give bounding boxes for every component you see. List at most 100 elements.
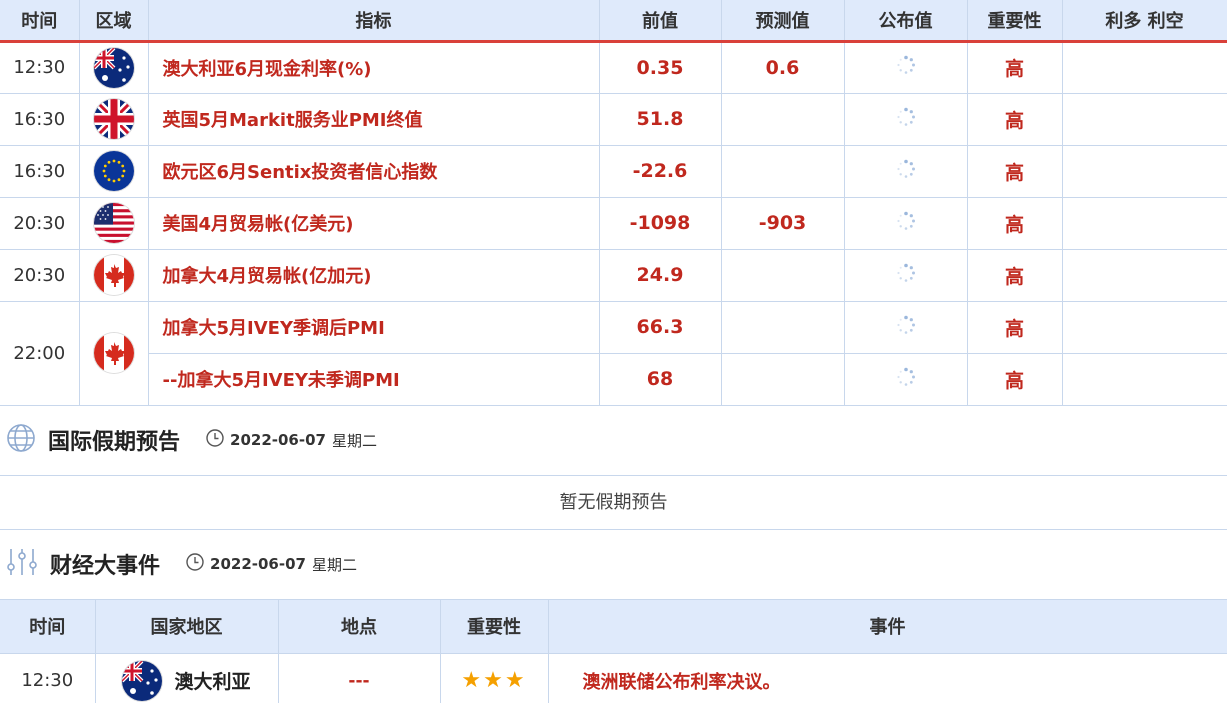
- row-actual: [844, 197, 968, 250]
- canada-flag-icon: [93, 255, 134, 295]
- col-region: 区域: [79, 0, 149, 43]
- row-forecast: [721, 249, 845, 302]
- uk-flag-icon: [93, 99, 134, 139]
- table-row[interactable]: --加拿大5月IVEY未季调PMI 68 高: [0, 353, 1227, 406]
- row-forecast: [721, 145, 845, 198]
- clock-icon: [186, 553, 204, 575]
- row-previous: 66.3: [599, 301, 722, 354]
- events-section-header: 财经大事件 2022-06-07 星期二: [0, 530, 1227, 600]
- row-forecast: [721, 93, 845, 146]
- ev-row-importance: ★★★: [440, 653, 549, 703]
- us-flag-icon: [93, 203, 134, 243]
- row-indicator[interactable]: 欧元区6月Sentix投资者信心指数: [148, 145, 600, 198]
- row-actual: [844, 41, 968, 94]
- ev-country-name: 澳大利亚: [174, 671, 251, 694]
- row-indicator[interactable]: 澳大利亚6月现金利率(%): [148, 41, 600, 94]
- ev-col-country: 国家地区: [95, 599, 279, 654]
- table-row[interactable]: 12:30 澳大利亚 --- ★★★ 澳洲联储公布利率决议。: [0, 653, 1227, 703]
- row-forecast: -903: [721, 197, 845, 250]
- row-region: [79, 41, 149, 94]
- table-row[interactable]: 16:30 英国5月Markit服务业PMI终值 51.8 高: [0, 93, 1227, 146]
- globe-icon: [6, 423, 36, 458]
- loading-spinner-icon: [896, 263, 916, 288]
- events-date-text: 2022-06-07: [210, 555, 306, 573]
- ev-col-importance: 重要性: [440, 599, 549, 654]
- row-indicator[interactable]: --加拿大5月IVEY未季调PMI: [148, 353, 600, 406]
- row-importance: 高: [967, 93, 1063, 146]
- row-time: 22:00: [0, 301, 80, 406]
- col-forecast: 预测值: [721, 0, 845, 43]
- col-impact: 利多 利空: [1062, 0, 1227, 43]
- row-region: [79, 301, 149, 406]
- row-impact: [1062, 353, 1227, 406]
- row-indicator[interactable]: 美国4月贸易帐(亿美元): [148, 197, 600, 250]
- row-forecast: 0.6: [721, 41, 845, 94]
- col-actual: 公布值: [844, 0, 968, 43]
- row-previous: -22.6: [599, 145, 722, 198]
- row-previous: 24.9: [599, 249, 722, 302]
- holidays-date-text: 2022-06-07: [230, 431, 326, 449]
- row-impact: [1062, 41, 1227, 94]
- row-time: 20:30: [0, 197, 80, 250]
- row-indicator[interactable]: 加拿大4月贸易帐(亿加元): [148, 249, 600, 302]
- row-region: [79, 93, 149, 146]
- row-actual: [844, 301, 968, 354]
- row-importance: 高: [967, 197, 1063, 250]
- calendar-header-row: 时间 区域 指标 前值 预测值 公布值 重要性 利多 利空: [0, 0, 1227, 43]
- loading-spinner-icon: [896, 211, 916, 236]
- row-region: [79, 197, 149, 250]
- ev-col-time: 时间: [0, 599, 96, 654]
- events-date: 2022-06-07 星期二: [186, 553, 357, 575]
- row-importance: 高: [967, 301, 1063, 354]
- row-impact: [1062, 249, 1227, 302]
- events-title: 财经大事件: [50, 554, 161, 579]
- table-row[interactable]: 20:30 加拿大4月贸易帐(亿加元) 24.9 高: [0, 249, 1227, 302]
- row-previous: 51.8: [599, 93, 722, 146]
- row-importance: 高: [967, 353, 1063, 406]
- row-impact: [1062, 145, 1227, 198]
- row-previous: -1098: [599, 197, 722, 250]
- loading-spinner-icon: [896, 159, 916, 184]
- events-header-row: 时间 国家地区 地点 重要性 事件: [0, 599, 1227, 654]
- star-rating-icon: ★★★: [461, 668, 527, 694]
- row-time: 16:30: [0, 93, 80, 146]
- loading-spinner-icon: [896, 315, 916, 340]
- row-indicator[interactable]: 英国5月Markit服务业PMI终值: [148, 93, 600, 146]
- table-row[interactable]: 12:30 澳大利亚6月现金利率(%) 0.35 0.6 高: [0, 41, 1227, 94]
- holidays-empty-message: 暂无假期预告: [0, 476, 1227, 530]
- holidays-weekday: 星期二: [331, 431, 377, 450]
- table-row[interactable]: 22:00 加拿大5月IVEY季调后PMI 66.3 高: [0, 301, 1227, 406]
- clock-icon: [206, 429, 224, 451]
- events-weekday: 星期二: [311, 555, 357, 574]
- row-actual: [844, 353, 968, 406]
- ev-row-location: ---: [278, 653, 441, 703]
- row-impact: [1062, 197, 1227, 250]
- row-importance: 高: [967, 145, 1063, 198]
- ev-row-country: 澳大利亚: [95, 653, 279, 703]
- canada-flag-icon: [93, 333, 134, 373]
- row-importance: 高: [967, 41, 1063, 94]
- holidays-title: 国际假期预告: [48, 430, 181, 455]
- table-row[interactable]: 20:30 美国4月贸易帐(亿美元) -1098 -903 高: [0, 197, 1227, 250]
- ev-row-event[interactable]: 澳洲联储公布利率决议。: [548, 653, 1227, 703]
- row-time: 20:30: [0, 249, 80, 302]
- loading-spinner-icon: [896, 107, 916, 132]
- australia-flag-icon: [122, 660, 163, 701]
- row-region: [79, 249, 149, 302]
- row-impact: [1062, 301, 1227, 354]
- holidays-section-header: 国际假期预告 2022-06-07 星期二: [0, 406, 1227, 476]
- col-indicator: 指标: [148, 0, 600, 43]
- ev-col-event: 事件: [548, 599, 1227, 654]
- row-previous: 68: [599, 353, 722, 406]
- row-region: [79, 145, 149, 198]
- events-table: 时间 国家地区 地点 重要性 事件 12:30 澳大利亚 --- ★★★ 澳洲联…: [0, 599, 1227, 703]
- ev-row-time: 12:30: [0, 653, 96, 703]
- table-row[interactable]: 16:30 欧元区6月Sentix投资者信心指数 -22.6 高: [0, 145, 1227, 198]
- col-importance: 重要性: [967, 0, 1063, 43]
- row-indicator[interactable]: 加拿大5月IVEY季调后PMI: [148, 301, 600, 354]
- row-actual: [844, 93, 968, 146]
- eu-flag-icon: [93, 151, 134, 191]
- australia-flag-icon: [93, 47, 134, 88]
- loading-spinner-icon: [896, 55, 916, 80]
- economic-calendar-table: 时间 区域 指标 前值 预测值 公布值 重要性 利多 利空 12:30 澳大利亚…: [0, 0, 1227, 406]
